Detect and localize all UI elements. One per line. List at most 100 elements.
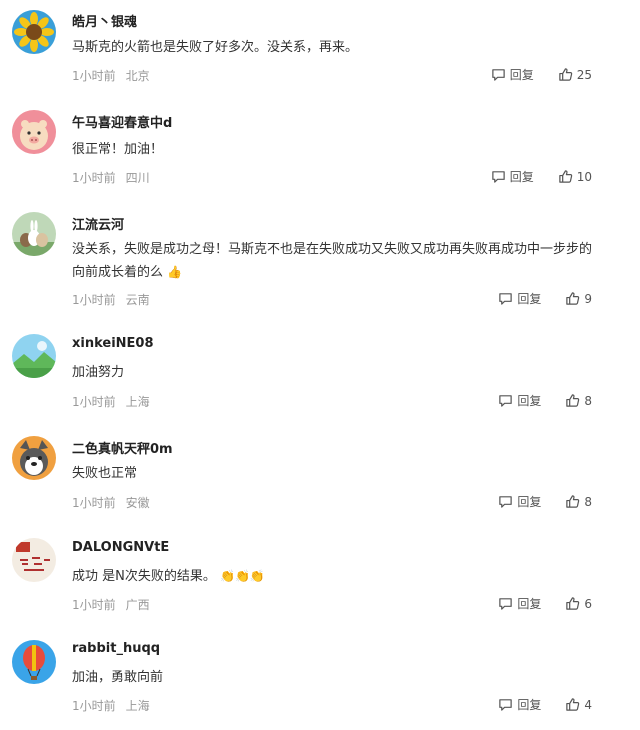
comment-text: 失败也正常	[72, 466, 138, 481]
reply-label: 回复	[517, 698, 542, 712]
comment-location: 上海	[125, 699, 150, 713]
sunflower-avatar-icon	[12, 10, 56, 54]
username[interactable]: 午马喜迎春意中d	[72, 112, 172, 131]
comment-meta: 1小时前 上海	[72, 393, 150, 410]
username[interactable]: 二色真帆天秤0m	[72, 438, 173, 457]
comment-actions: 回复 8	[498, 493, 592, 510]
reply-button[interactable]: 回复	[498, 493, 541, 510]
comment-time: 1小时前	[72, 496, 116, 510]
comment-time: 1小时前	[72, 69, 116, 83]
comment-actions: 回复 8	[498, 392, 592, 409]
comment-actions: 回复 25	[491, 66, 592, 83]
comment-location: 广西	[125, 598, 150, 612]
like-count: 9	[584, 291, 592, 306]
like-count: 6	[584, 596, 592, 611]
avatar[interactable]	[12, 10, 56, 54]
like-count: 10	[576, 169, 592, 184]
reply-label: 回复	[517, 495, 542, 509]
username[interactable]: rabbit_huqq	[72, 641, 160, 656]
reply-button[interactable]: 回复	[491, 66, 534, 83]
landscape-avatar-icon	[12, 334, 56, 378]
like-count: 4	[584, 697, 592, 712]
comment-actions: 回复 10	[491, 168, 592, 185]
thumbs-up-icon	[558, 68, 572, 81]
comment-location: 云南	[125, 293, 150, 307]
thumbs-up-icon	[566, 698, 580, 711]
comment-location: 四川	[125, 171, 150, 185]
reply-label: 回复	[517, 394, 542, 408]
avatar[interactable]	[12, 538, 56, 582]
reply-button[interactable]: 回复	[498, 392, 541, 409]
reply-button[interactable]: 回复	[491, 168, 534, 185]
like-button[interactable]: 4	[565, 697, 592, 712]
emoji-thumbs-up-icon: 👍	[167, 265, 183, 279]
comment-text: 成功 是N次失败的结果。 👏👏👏	[72, 569, 265, 584]
like-count: 8	[584, 494, 592, 509]
reply-icon	[499, 395, 513, 407]
reply-icon	[499, 598, 513, 610]
like-button[interactable]: 10	[558, 169, 592, 184]
avatar[interactable]	[12, 436, 56, 480]
comment-time: 1小时前	[72, 395, 116, 409]
reply-button[interactable]: 回复	[498, 696, 541, 713]
avatar[interactable]	[12, 110, 56, 154]
comment-time: 1小时前	[72, 293, 116, 307]
comment-text: 马斯克的火箭也是失败了好多次。没关系，再来。	[72, 40, 359, 55]
like-count: 8	[584, 393, 592, 408]
username[interactable]: xinkeiNE08	[72, 336, 154, 351]
reply-label: 回复	[509, 68, 534, 82]
username[interactable]: DALONGNVtE	[72, 540, 169, 555]
comment-text: 加油努力	[72, 365, 125, 380]
emoji-clap-icon: 👏👏👏	[220, 569, 265, 583]
avatar[interactable]	[12, 212, 56, 256]
comment-location: 北京	[125, 69, 150, 83]
reply-icon	[499, 496, 513, 508]
reply-icon	[491, 69, 505, 81]
avatar[interactable]	[12, 640, 56, 684]
thumbs-up-icon	[566, 394, 580, 407]
comment-text: 加油，勇敢向前	[72, 670, 164, 685]
like-button[interactable]: 8	[565, 494, 592, 509]
thumbs-up-icon	[566, 495, 580, 508]
thumbs-up-icon	[558, 170, 572, 183]
comment-actions: 回复 4	[498, 696, 592, 713]
comment-meta: 1小时前 安徽	[72, 494, 150, 511]
like-button[interactable]: 6	[565, 596, 592, 611]
reply-button[interactable]: 回复	[498, 290, 541, 307]
comment-meta: 1小时前 广西	[72, 596, 150, 613]
reply-icon	[499, 699, 513, 711]
comment-location: 安徽	[125, 496, 150, 510]
comment-actions: 回复 9	[498, 290, 592, 307]
reply-label: 回复	[517, 292, 542, 306]
comment-time: 1小时前	[72, 598, 116, 612]
reply-label: 回复	[517, 597, 542, 611]
reply-icon	[499, 293, 513, 305]
comment-actions: 回复 6	[498, 595, 592, 612]
reply-label: 回复	[509, 170, 534, 184]
comment-location: 上海	[125, 395, 150, 409]
avatar[interactable]	[12, 334, 56, 378]
reply-icon	[491, 171, 505, 183]
thumbs-up-icon	[566, 292, 580, 305]
comment-text: 没关系，失败是成功之母！马斯克不也是在失败成功又失败又成功再失败再成功中一步步的…	[72, 242, 593, 280]
comment-meta: 1小时前 四川	[72, 169, 150, 186]
username[interactable]: 皓月丶银魂	[72, 11, 137, 30]
comment-time: 1小时前	[72, 171, 116, 185]
hot-air-balloon-avatar-icon	[12, 640, 56, 684]
calligraphy-avatar-icon	[12, 538, 56, 582]
pig-avatar-icon	[12, 110, 56, 154]
like-button[interactable]: 9	[565, 291, 592, 306]
comment-meta: 1小时前 北京	[72, 67, 150, 84]
username[interactable]: 江流云河	[72, 214, 124, 233]
thumbs-up-icon	[566, 597, 580, 610]
like-count: 25	[576, 67, 592, 82]
comment-time: 1小时前	[72, 699, 116, 713]
comment-text: 很正常！加油！	[72, 142, 164, 157]
comment-meta: 1小时前 云南	[72, 291, 150, 308]
like-button[interactable]: 8	[565, 393, 592, 408]
like-button[interactable]: 25	[558, 67, 592, 82]
rabbits-avatar-icon	[12, 212, 56, 256]
reply-button[interactable]: 回复	[498, 595, 541, 612]
husky-avatar-icon	[12, 436, 56, 480]
comment-meta: 1小时前 上海	[72, 697, 150, 714]
